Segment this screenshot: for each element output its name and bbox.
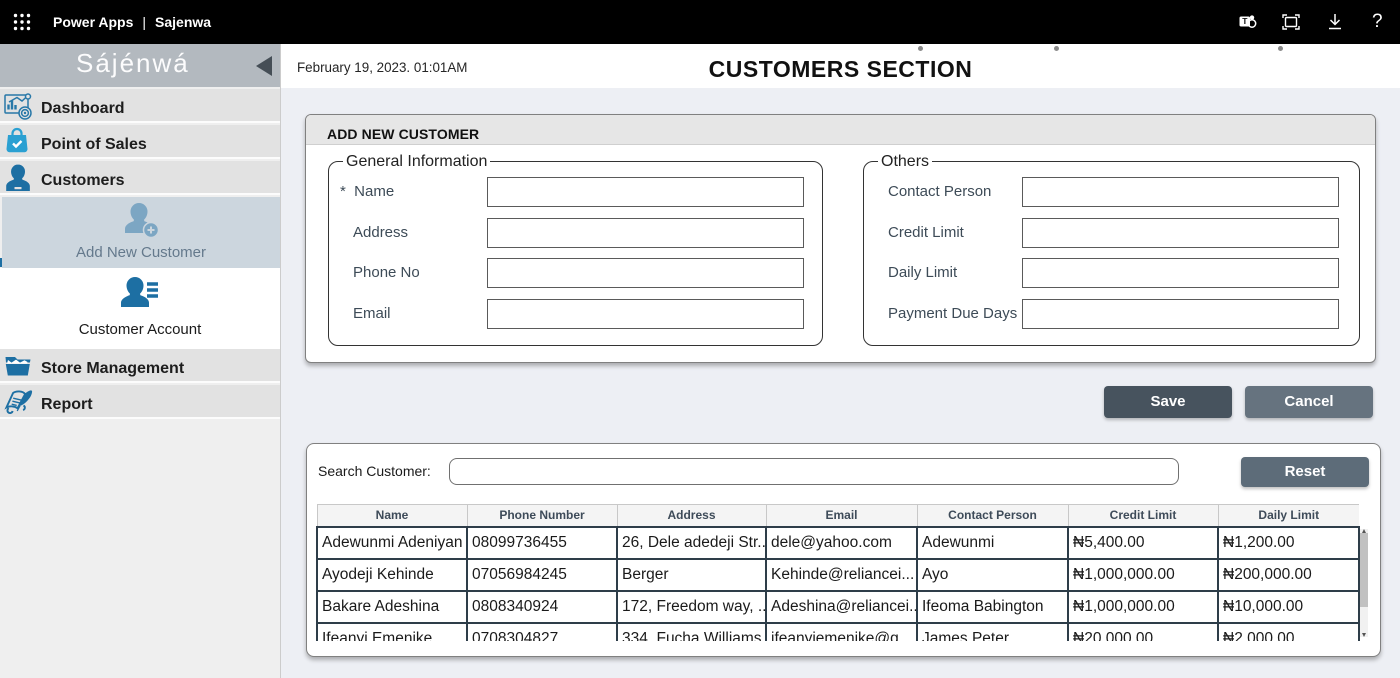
- svg-text:T: T: [1242, 16, 1248, 26]
